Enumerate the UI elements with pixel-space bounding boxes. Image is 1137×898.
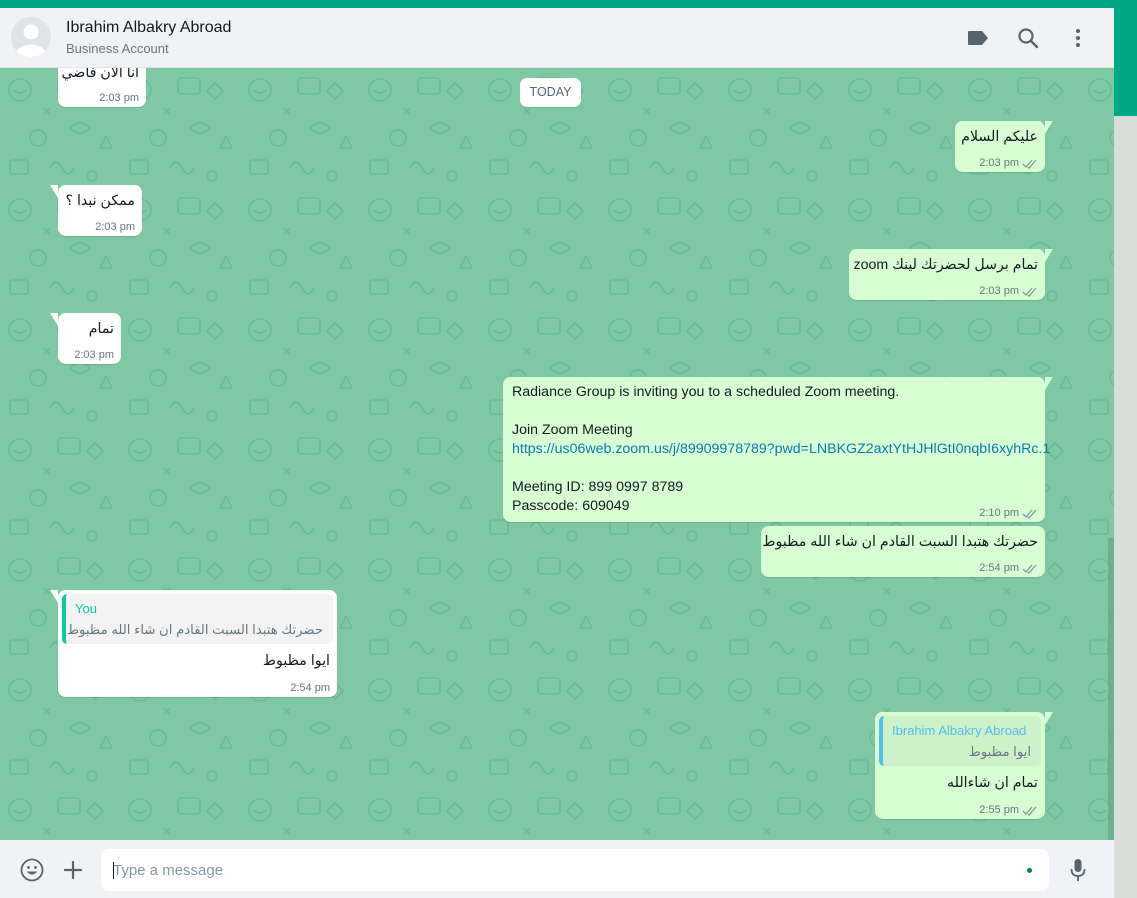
message-text: عليكم السلام bbox=[961, 129, 1038, 145]
message-meta: 2:54 pm bbox=[979, 562, 1038, 574]
bubble-tail bbox=[50, 590, 58, 603]
zoom-meeting-link[interactable]: https://us06web.zoom.us/j/89909978789?pw… bbox=[512, 441, 1050, 457]
message-time: 2:03 pm bbox=[95, 221, 135, 233]
chat-header: Ibrahim Albakry Abroad Business Account bbox=[0, 8, 1114, 68]
avatar[interactable] bbox=[11, 17, 51, 57]
message-text: ايوا مظبوط bbox=[262, 653, 330, 669]
bubble-tail bbox=[1045, 712, 1053, 725]
microphone-icon[interactable] bbox=[1066, 857, 1090, 883]
message-text: Join Zoom Meeting bbox=[512, 422, 633, 438]
message-text: تمام برسل لحضرتك لينك zoom bbox=[853, 257, 1039, 273]
chat-area[interactable]: TODAY انا الان فاضي 2:03 pm عليكم السلام… bbox=[0, 68, 1114, 840]
side-accent-strip bbox=[1114, 8, 1137, 116]
message-outgoing[interactable]: عليكم السلام 2:03 pm bbox=[955, 121, 1053, 172]
bubble-tail bbox=[1045, 249, 1053, 262]
message-outgoing[interactable]: تمام برسل لحضرتك لينك zoom 2:03 pm bbox=[849, 249, 1053, 300]
attach-icon[interactable] bbox=[60, 857, 86, 883]
message-time: 2:10 pm bbox=[979, 507, 1019, 519]
bubble-tail bbox=[1045, 121, 1053, 134]
message-incoming[interactable]: انا الان فاضي 2:03 pm bbox=[58, 68, 146, 107]
message-outgoing[interactable]: حضرتك هتبدا السبت القادم ان شاء الله مظب… bbox=[761, 526, 1045, 577]
quoted-message[interactable]: You حضرتك هتبدا السبت القادم ان شاء الله… bbox=[62, 594, 333, 644]
message-text: تمام ان شاءالله bbox=[947, 775, 1038, 791]
double-check-icon bbox=[1022, 159, 1037, 169]
message-time: 2:03 pm bbox=[74, 349, 114, 361]
date-divider: TODAY bbox=[520, 78, 581, 107]
quoted-sender: You bbox=[75, 601, 97, 616]
bubble-tail bbox=[50, 185, 58, 198]
emoji-icon[interactable] bbox=[19, 857, 45, 883]
message-input-box[interactable] bbox=[101, 849, 1049, 891]
side-panel-edge bbox=[1114, 116, 1137, 898]
message-text: تمام bbox=[88, 321, 114, 337]
message-text: Meeting ID: 899 0997 8789 bbox=[512, 479, 684, 495]
contact-name[interactable]: Ibrahim Albakry Abroad bbox=[66, 19, 231, 37]
message-incoming-reply[interactable]: You حضرتك هتبدا السبت القادم ان شاء الله… bbox=[50, 590, 337, 697]
quoted-message[interactable]: Ibrahim Albakry Abroad ايوا مظبوط bbox=[879, 716, 1041, 766]
message-outgoing-reply[interactable]: Ibrahim Albakry Abroad ايوا مظبوط تمام ا… bbox=[875, 712, 1053, 819]
message-text: ممكن نبدا ؟ bbox=[65, 193, 135, 209]
message-meta: 2:10 pm bbox=[979, 507, 1038, 519]
double-check-icon bbox=[1022, 564, 1037, 574]
message-meta: 2:03 pm bbox=[99, 92, 139, 104]
contact-subtitle: Business Account bbox=[66, 41, 169, 56]
message-incoming[interactable]: ممكن نبدا ؟ 2:03 pm bbox=[50, 185, 142, 236]
message-time: 2:03 pm bbox=[979, 285, 1019, 297]
message-input[interactable] bbox=[113, 849, 1013, 891]
quoted-sender: Ibrahim Albakry Abroad bbox=[892, 723, 1027, 738]
message-meta: 2:03 pm bbox=[979, 285, 1038, 297]
message-text: انا الان فاضي bbox=[61, 68, 139, 81]
bubble-tail bbox=[50, 313, 58, 326]
quoted-text: ايوا مظبوط bbox=[968, 744, 1031, 759]
double-check-icon bbox=[1022, 806, 1037, 816]
label-icon[interactable] bbox=[965, 25, 991, 51]
message-text: Passcode: 609049 bbox=[512, 498, 630, 514]
message-text: Radiance Group is inviting you to a sche… bbox=[512, 384, 900, 400]
message-time: 2:54 pm bbox=[979, 562, 1019, 574]
message-incoming[interactable]: تمام 2:03 pm bbox=[50, 313, 121, 364]
message-outgoing[interactable]: Radiance Group is inviting you to a sche… bbox=[503, 377, 1053, 522]
message-meta: 2:55 pm bbox=[979, 804, 1038, 816]
default-avatar-icon bbox=[11, 17, 51, 57]
double-check-icon bbox=[1022, 509, 1037, 519]
text-caret bbox=[113, 862, 114, 879]
top-accent-strip bbox=[0, 0, 1137, 8]
bubble-tail bbox=[1045, 377, 1053, 390]
message-meta: 2:03 pm bbox=[95, 221, 135, 233]
chat-scrollbar[interactable] bbox=[1108, 538, 1114, 840]
message-time: 2:03 pm bbox=[979, 157, 1019, 169]
message-time: 2:55 pm bbox=[979, 804, 1019, 816]
composer-bar bbox=[0, 840, 1114, 898]
message-time: 2:54 pm bbox=[290, 682, 330, 694]
message-meta: 2:03 pm bbox=[74, 349, 114, 361]
message-meta: 2:03 pm bbox=[979, 157, 1038, 169]
message-time: 2:03 pm bbox=[99, 92, 139, 104]
message-text: حضرتك هتبدا السبت القادم ان شاء الله مظب… bbox=[762, 534, 1038, 550]
quoted-text: حضرتك هتبدا السبت القادم ان شاء الله مظب… bbox=[66, 622, 323, 637]
status-dot bbox=[1027, 868, 1032, 873]
message-meta: 2:54 pm bbox=[290, 682, 330, 694]
menu-icon[interactable] bbox=[1065, 25, 1091, 51]
search-icon[interactable] bbox=[1015, 25, 1041, 51]
double-check-icon bbox=[1022, 287, 1037, 297]
